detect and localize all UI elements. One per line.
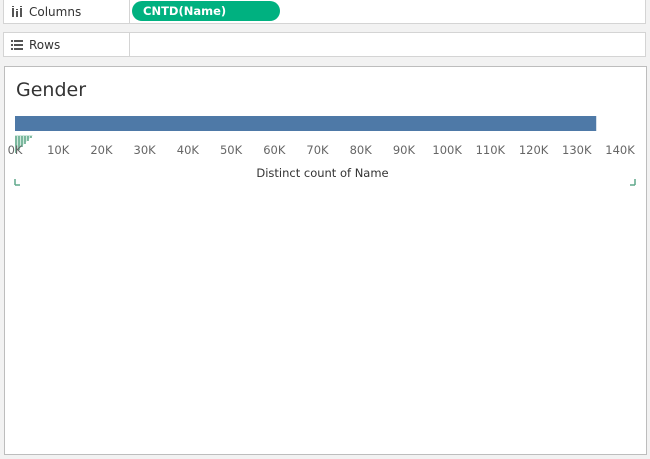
x-tick-label: 60K — [263, 143, 286, 157]
rows-icon — [11, 39, 23, 51]
x-tick-label: 120K — [519, 143, 549, 157]
bar-chart: 0K 10K 20K 30K 40K 50K 60K 70K 80K 90K 100K 110K 120… — [8, 116, 636, 186]
x-tick-label: 30K — [134, 143, 157, 157]
rows-shelf-label: Rows — [4, 33, 130, 56]
x-tick-label: 40K — [177, 143, 200, 157]
bar-mark[interactable] — [15, 116, 597, 131]
x-tick-label: 140K — [605, 143, 635, 157]
columns-label-text: Columns — [29, 4, 82, 19]
columns-icon — [11, 5, 23, 18]
x-tick-label: 20K — [90, 143, 113, 157]
cntd-name-pill[interactable]: CNTD(Name) — [132, 1, 280, 21]
x-tick-label: 50K — [220, 143, 243, 157]
view-canvas[interactable]: Gender 0K 10K 20K 30K 40K 50K 60K 70K 80K 90K 100K… — [4, 66, 647, 455]
x-tick-label: 130K — [562, 143, 592, 157]
x-tick-label: 90K — [393, 143, 416, 157]
rows-shelf[interactable]: Rows — [3, 32, 646, 57]
rows-label-text: Rows — [29, 37, 61, 52]
x-tick-label: 10K — [47, 143, 70, 157]
columns-shelf[interactable]: Columns CNTD(Name) — [3, 0, 646, 24]
x-axis-title: Distinct count of Name — [256, 166, 388, 180]
columns-shelf-label: Columns — [4, 0, 130, 23]
x-tick-label: 0K — [8, 143, 23, 157]
x-tick-label: 110K — [476, 143, 506, 157]
x-tick-label: 100K — [432, 143, 462, 157]
x-tick-label: 70K — [306, 143, 329, 157]
x-tick-label: 80K — [350, 143, 373, 157]
